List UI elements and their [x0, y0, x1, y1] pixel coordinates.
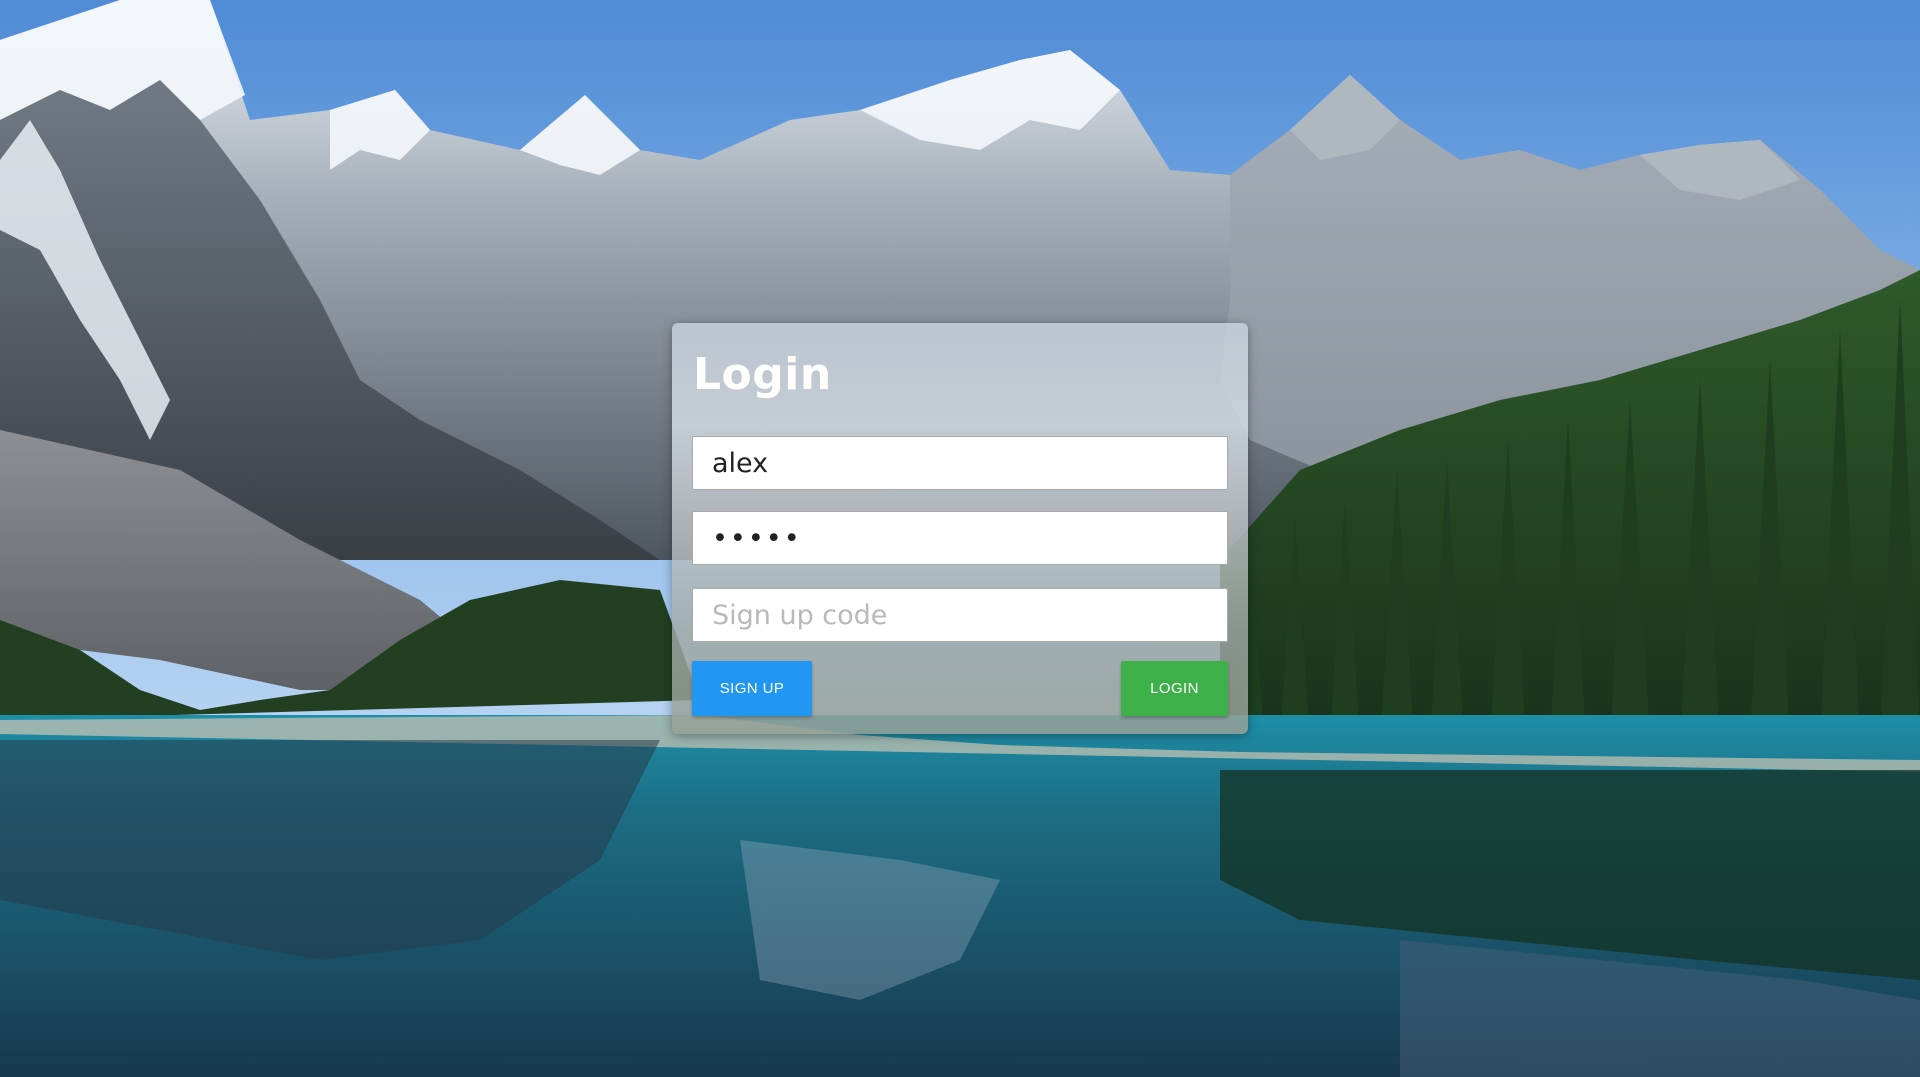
login-title: Login: [693, 349, 832, 400]
login-screen: Login SIGN UP LOGIN: [0, 0, 1920, 1077]
login-button[interactable]: LOGIN: [1121, 661, 1228, 716]
username-input[interactable]: [692, 436, 1228, 490]
signup-code-input[interactable]: [692, 588, 1228, 642]
password-input[interactable]: [692, 511, 1228, 565]
sign-up-button[interactable]: SIGN UP: [692, 661, 812, 716]
login-card: Login SIGN UP LOGIN: [672, 323, 1248, 734]
